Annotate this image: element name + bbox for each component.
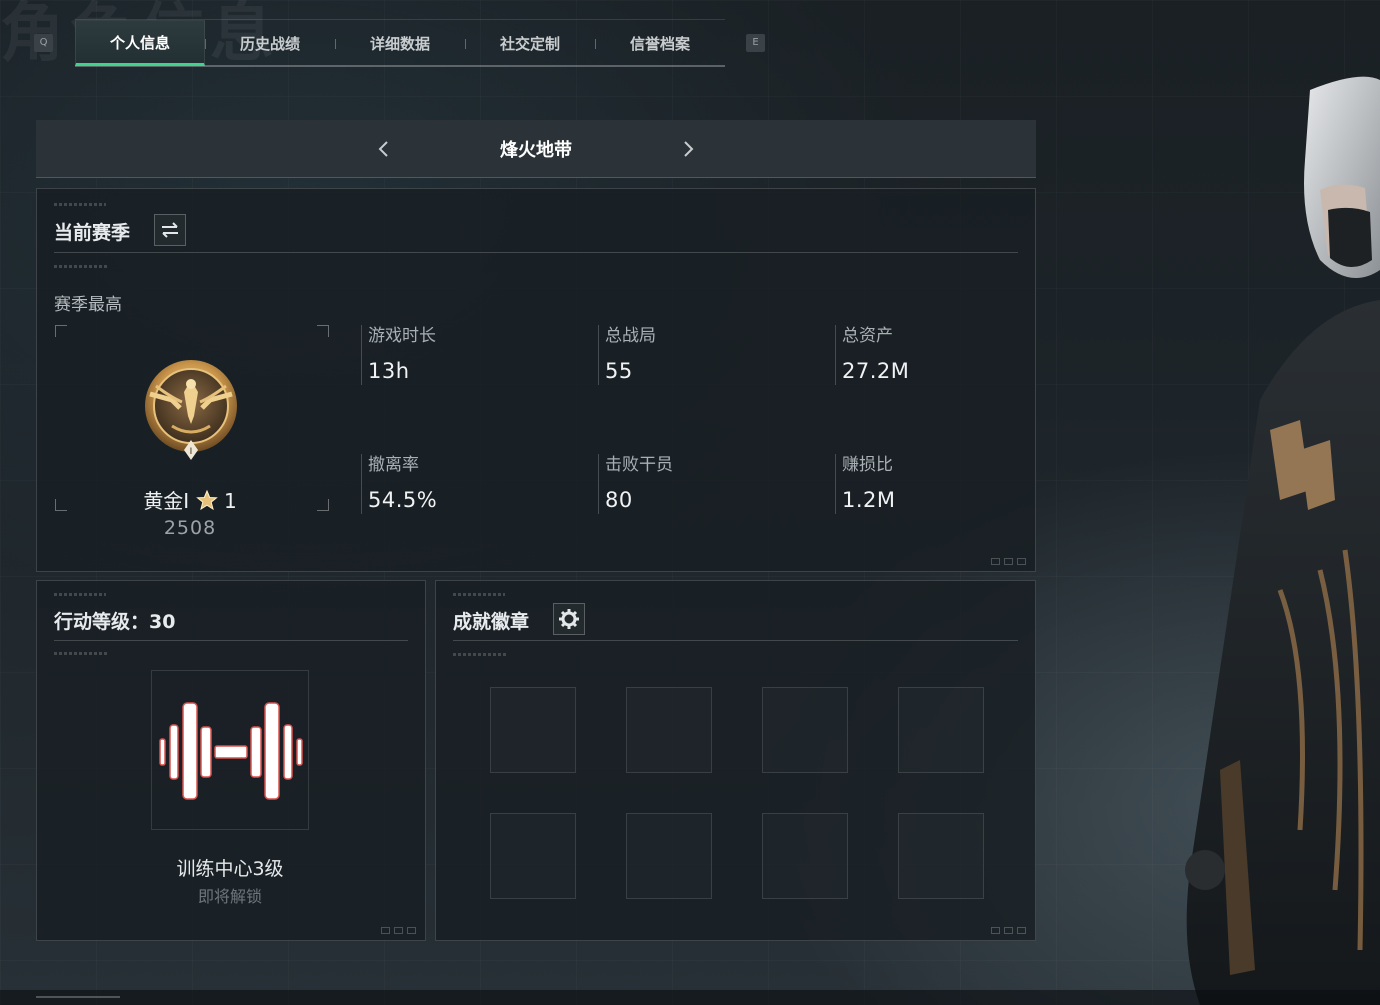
- tab-social-custom[interactable]: 社交定制: [465, 20, 595, 66]
- badge-slot[interactable]: [626, 813, 712, 899]
- rank-score: 2508: [163, 517, 217, 539]
- svg-text:I: I: [190, 447, 193, 457]
- bottom-tab-indicator: [36, 996, 120, 1005]
- panel-tick-decoration: [54, 265, 108, 268]
- badge-slot[interactable]: [762, 687, 848, 773]
- badge-slot[interactable]: [762, 813, 848, 899]
- stat-value: 80: [605, 488, 633, 512]
- panel-tick-decoration: [453, 593, 505, 596]
- rank-star-count: 1: [223, 489, 237, 513]
- stat-label: 总战局: [605, 326, 656, 346]
- badge-panel-title: 成就徽章: [453, 611, 530, 633]
- stat-total-assets: 总资产 27.2M: [835, 325, 1035, 385]
- badge-slot[interactable]: [898, 687, 984, 773]
- tab-personal-info[interactable]: 个人信息: [75, 20, 205, 66]
- panel-divider: [54, 640, 408, 641]
- stat-label: 游戏时长: [368, 326, 436, 346]
- panel-divider: [453, 640, 1018, 641]
- chevron-right-icon[interactable]: [673, 134, 703, 164]
- panel-tick-decoration: [54, 652, 108, 655]
- chevron-left-icon[interactable]: [369, 134, 399, 164]
- stat-operators-defeated: 击败干员 80: [598, 454, 798, 514]
- tab-bar: 个人信息 历史战绩 详细数据 社交定制 信誉档案: [75, 19, 725, 67]
- level-panel-title: 行动等级：30: [54, 611, 176, 633]
- tab-reputation-record[interactable]: 信誉档案: [595, 20, 725, 66]
- star-icon: [195, 489, 224, 513]
- stat-extraction-rate: 撤离率 54.5%: [361, 454, 561, 514]
- mode-title: 烽火地带: [500, 140, 572, 161]
- character-model: [1160, 70, 1380, 1005]
- tab-match-history[interactable]: 历史战绩: [205, 20, 335, 66]
- panel-divider: [54, 252, 1018, 253]
- dumbbell-icon: [151, 670, 309, 830]
- tab-detailed-data[interactable]: 详细数据: [335, 20, 465, 66]
- prev-tab-key-hint[interactable]: Q: [34, 34, 53, 52]
- stat-value: 1.2M: [842, 488, 896, 512]
- badge-slot[interactable]: [490, 687, 576, 773]
- stat-label: 总资产: [842, 326, 893, 346]
- rank-title: 黄金I 1: [120, 485, 260, 514]
- season-panel-title: 当前赛季: [54, 222, 131, 244]
- gold-eagle-emblem-icon: I: [142, 356, 240, 462]
- stat-value: 27.2M: [842, 359, 910, 383]
- corner-decoration: [991, 558, 1029, 566]
- next-tab-key-hint[interactable]: E: [746, 34, 765, 52]
- badge-slot[interactable]: [490, 813, 576, 899]
- stat-label: 击败干员: [605, 455, 673, 475]
- rank-name-text: 黄金I: [143, 489, 190, 513]
- stat-value: 55: [605, 359, 633, 383]
- stat-value: 13h: [368, 359, 410, 383]
- stat-label: 撤离率: [368, 455, 419, 475]
- stat-label: 赚损比: [842, 455, 893, 475]
- gear-icon[interactable]: [553, 603, 585, 635]
- stat-total-matches: 总战局 55: [598, 325, 798, 385]
- badge-slot[interactable]: [898, 813, 984, 899]
- badge-slot[interactable]: [626, 687, 712, 773]
- panel-tick-decoration: [54, 593, 106, 596]
- stat-profit-loss-ratio: 赚损比 1.2M: [835, 454, 1035, 514]
- season-best-label: 赛季最高: [54, 295, 122, 315]
- stat-value: 54.5%: [368, 488, 438, 512]
- corner-decoration: [991, 927, 1029, 935]
- corner-decoration: [381, 927, 419, 935]
- panel-tick-decoration: [453, 653, 507, 656]
- swap-icon[interactable]: [154, 214, 186, 246]
- stat-play-time: 游戏时长 13h: [361, 325, 561, 385]
- level-unlock-name: 训练中心3级: [176, 858, 284, 880]
- bottom-bar: [0, 990, 1380, 1005]
- level-unlock-status: 即将解锁: [197, 887, 262, 906]
- mode-selector: 烽火地带: [36, 120, 1036, 178]
- panel-tick-decoration: [54, 203, 106, 206]
